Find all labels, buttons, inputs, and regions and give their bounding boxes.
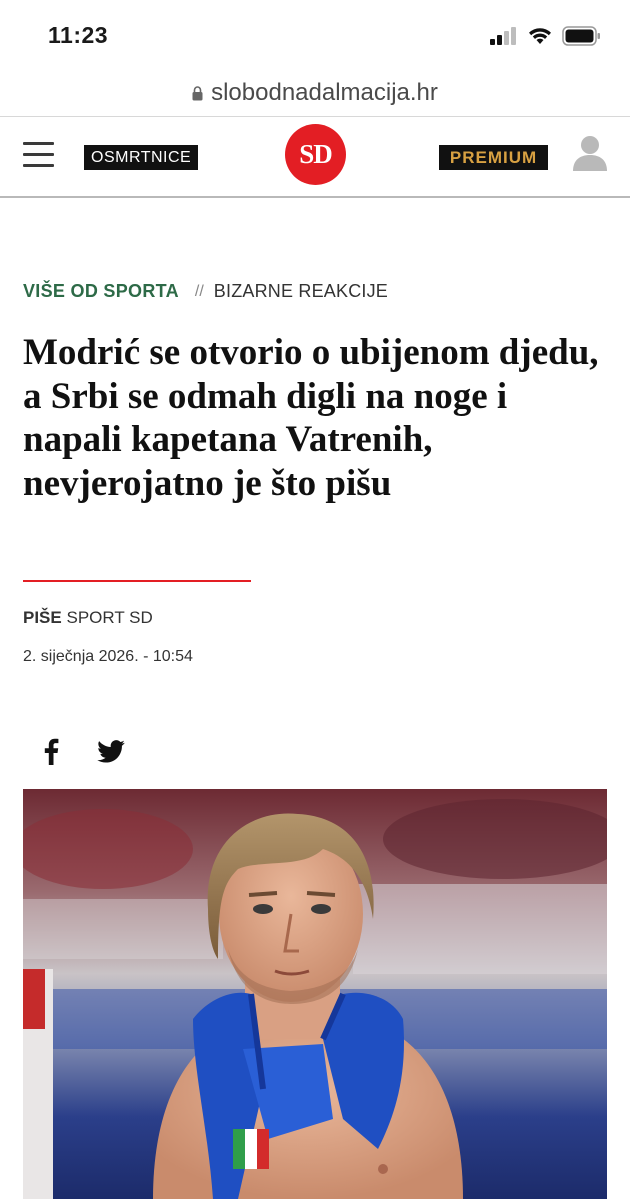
obituaries-button[interactable]: OSMRTNICE (84, 145, 199, 170)
address-bar[interactable]: slobodnadalmacija.hr (0, 74, 630, 112)
facebook-share-button[interactable] (36, 736, 66, 766)
premium-button[interactable]: PREMIUM (439, 145, 548, 170)
article-photo-graphic (23, 789, 607, 1199)
status-bar: 11:23 (0, 0, 630, 70)
byline-label: PIŠE (23, 608, 62, 627)
byline: PIŠE SPORT SD (23, 608, 153, 628)
twitter-icon (97, 739, 125, 763)
article-headline: Modrić se otvorio o ubijenom djedu, a Sr… (23, 332, 599, 504)
signal-icon (490, 27, 516, 45)
battery-icon (562, 26, 600, 46)
site-header: OSMRTNICE SD PREMIUM (0, 116, 630, 198)
status-icons (490, 26, 602, 46)
wifi-icon (529, 28, 551, 44)
lock-icon (192, 85, 203, 100)
twitter-share-button[interactable] (96, 736, 126, 766)
breadcrumb-topic-link[interactable]: BIZARNE REAKCIJE (214, 281, 388, 302)
url-text: slobodnadalmacija.hr (211, 79, 438, 106)
breadcrumb-section-link[interactable]: VIŠE OD SPORTA (23, 281, 179, 302)
hamburger-icon[interactable] (23, 142, 54, 168)
clock-time: 11:23 (48, 22, 109, 48)
share-buttons (36, 736, 126, 766)
facebook-icon (44, 738, 59, 765)
publish-date: 2. siječnja 2026. - 10:54 (23, 648, 193, 665)
site-logo[interactable]: SD (285, 124, 346, 185)
headline-divider (23, 580, 251, 582)
breadcrumb: VIŠE OD SPORTA // BIZARNE REAKCIJE (23, 281, 388, 302)
author-link[interactable]: SPORT SD (66, 608, 152, 627)
article-photo[interactable] (23, 789, 607, 1199)
user-icon[interactable] (570, 133, 610, 173)
breadcrumb-separator: // (194, 282, 204, 300)
